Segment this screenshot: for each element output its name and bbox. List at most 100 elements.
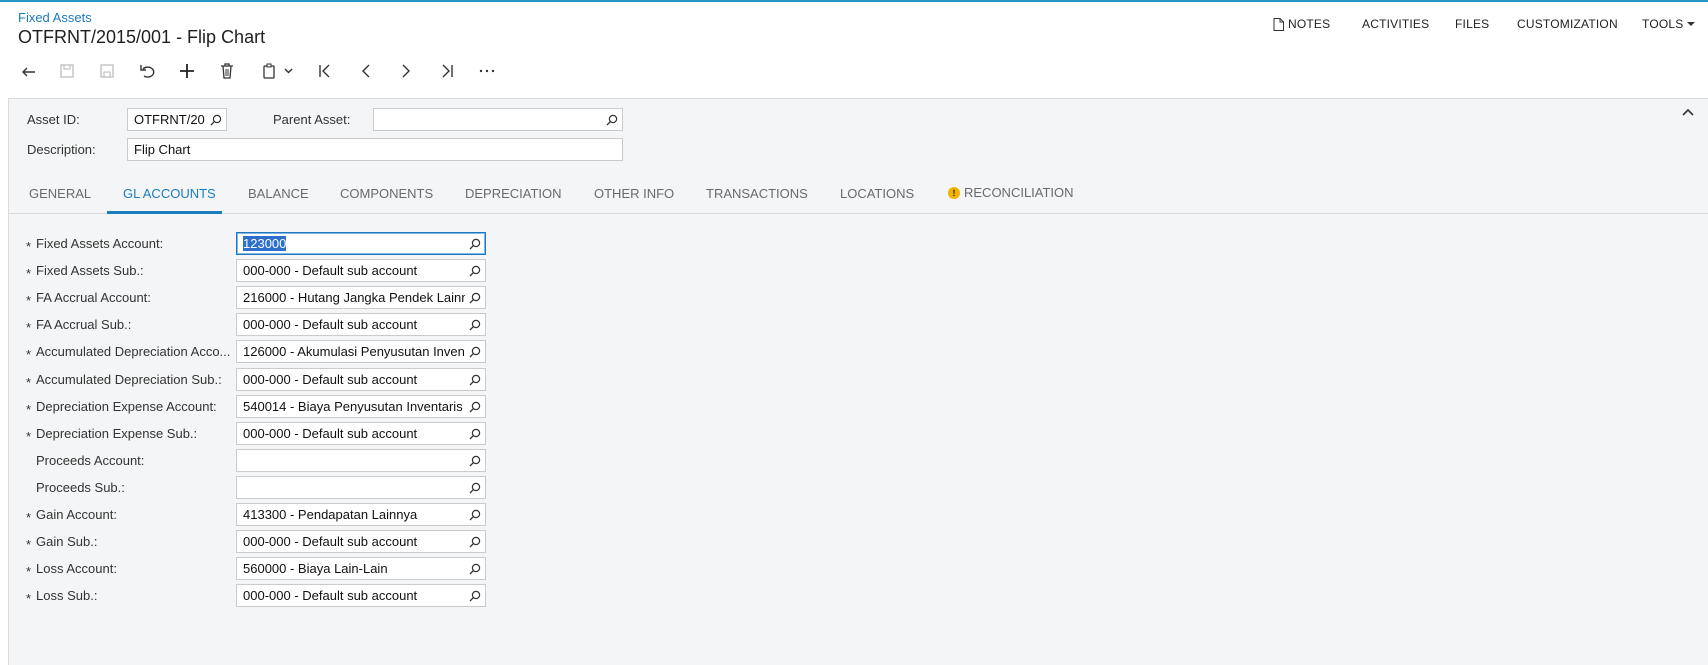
gl-account-selector[interactable]: 413300 - Pendapatan Lainnya — [236, 503, 486, 526]
notes-button[interactable]: NOTES — [1273, 17, 1330, 31]
description-field[interactable]: Flip Chart — [127, 138, 623, 161]
gl-account-value: 000-000 - Default sub account — [237, 426, 465, 441]
gl-field-label: Loss Account: — [36, 561, 117, 576]
delete-button[interactable] — [212, 56, 242, 86]
warning-icon: ! — [948, 186, 960, 199]
last-icon — [442, 64, 453, 78]
more-button[interactable] — [472, 56, 502, 86]
gl-account-selector[interactable]: 000-000 - Default sub account — [236, 584, 486, 607]
gl-account-selector[interactable]: 000-000 - Default sub account — [236, 422, 486, 445]
gl-account-selector[interactable]: 000-000 - Default sub account — [236, 313, 486, 336]
required-marker: * — [26, 347, 32, 362]
asset-id-field[interactable]: OTFRNT/20 — [127, 108, 227, 131]
gl-account-selector[interactable]: 540014 - Biaya Penyusutan Inventaris — [236, 395, 486, 418]
tab-other-info[interactable]: OTHER INFO — [594, 186, 674, 201]
breadcrumb[interactable]: Fixed Assets — [18, 10, 92, 25]
customization-label: CUSTOMIZATION — [1517, 17, 1618, 31]
undo-button[interactable] — [132, 56, 162, 86]
required-marker: * — [26, 564, 32, 579]
tab-gl-accounts[interactable]: GL ACCOUNTS — [123, 186, 216, 201]
search-icon[interactable] — [465, 260, 485, 281]
copy-paste-button[interactable] — [254, 56, 298, 86]
required-marker: * — [26, 266, 32, 281]
gl-account-selector[interactable] — [236, 449, 486, 472]
activities-button[interactable]: ACTIVITIES — [1362, 17, 1429, 31]
gl-account-value: 216000 - Hutang Jangka Pendek Lainnya — [237, 290, 465, 305]
gl-field-label: FA Accrual Sub.: — [36, 317, 132, 332]
back-button[interactable] — [14, 56, 44, 86]
tab-reconciliation[interactable]: ! RECONCILIATION — [948, 185, 1074, 200]
save-close-icon — [60, 64, 74, 78]
files-button[interactable]: FILES — [1455, 17, 1489, 31]
search-icon[interactable] — [465, 287, 485, 308]
gl-account-selector[interactable]: 000-000 - Default sub account — [236, 368, 486, 391]
next-icon — [402, 64, 410, 78]
required-marker: * — [26, 510, 32, 525]
search-icon[interactable] — [465, 396, 485, 417]
gl-account-selector[interactable] — [236, 476, 486, 499]
gl-account-value: 000-000 - Default sub account — [237, 372, 465, 387]
required-marker: * — [26, 402, 32, 417]
gl-account-selector[interactable]: 123000 — [236, 232, 486, 255]
gl-field-label: Accumulated Depreciation Sub.: — [36, 372, 222, 387]
search-icon[interactable] — [206, 109, 226, 130]
tab-general[interactable]: GENERAL — [29, 186, 91, 201]
search-icon[interactable] — [465, 531, 485, 552]
collapse-header-button[interactable] — [1682, 104, 1698, 118]
gl-account-value: 000-000 - Default sub account — [237, 317, 465, 332]
search-icon[interactable] — [465, 504, 485, 525]
parent-asset-field[interactable] — [373, 108, 623, 131]
chevron-up-icon — [1682, 108, 1694, 116]
first-record-button[interactable] — [310, 56, 340, 86]
gl-field-label: Accumulated Depreciation Acco... — [36, 344, 231, 359]
copy-paste-icon — [262, 63, 275, 79]
tab-bar: GENERAL GL ACCOUNTS BALANCE COMPONENTS D… — [8, 172, 1708, 214]
required-marker: * — [26, 239, 32, 254]
search-icon[interactable] — [465, 558, 485, 579]
tools-button[interactable]: TOOLS — [1642, 17, 1696, 31]
gl-account-value: 000-000 - Default sub account — [237, 588, 465, 603]
customization-button[interactable]: CUSTOMIZATION — [1517, 17, 1618, 31]
tab-locations[interactable]: LOCATIONS — [840, 186, 914, 201]
gl-account-selector[interactable]: 216000 - Hutang Jangka Pendek Lainnya — [236, 286, 486, 309]
active-tab-indicator — [107, 211, 222, 214]
gl-field-label: Gain Sub.: — [36, 534, 98, 549]
undo-icon — [140, 65, 155, 78]
previous-icon — [362, 64, 370, 78]
add-icon — [180, 64, 194, 78]
search-icon[interactable] — [465, 585, 485, 606]
search-icon[interactable] — [602, 109, 622, 130]
required-marker: * — [26, 591, 32, 606]
gl-field-label: Depreciation Expense Sub.: — [36, 426, 198, 441]
tab-transactions[interactable]: TRANSACTIONS — [706, 186, 808, 201]
search-icon[interactable] — [465, 369, 485, 390]
search-icon[interactable] — [465, 233, 485, 254]
gl-field-label: Loss Sub.: — [36, 588, 98, 603]
gl-account-value: 413300 - Pendapatan Lainnya — [237, 507, 465, 522]
search-icon[interactable] — [465, 450, 485, 471]
search-icon[interactable] — [465, 423, 485, 444]
add-button[interactable] — [172, 56, 202, 86]
save-button[interactable] — [92, 56, 122, 86]
save-close-button[interactable] — [52, 56, 82, 86]
gl-account-selector[interactable]: 000-000 - Default sub account — [236, 530, 486, 553]
search-icon[interactable] — [465, 314, 485, 335]
gl-field-label: FA Accrual Account: — [36, 290, 151, 305]
tab-depreciation[interactable]: DEPRECIATION — [465, 186, 562, 201]
gl-account-selector[interactable]: 000-000 - Default sub account — [236, 259, 486, 282]
gl-account-value-text: 560000 - Biaya Lain-Lain — [243, 561, 388, 576]
next-record-button[interactable] — [391, 56, 421, 86]
search-icon[interactable] — [465, 341, 485, 362]
note-icon — [1273, 17, 1284, 31]
previous-record-button[interactable] — [351, 56, 381, 86]
last-record-button[interactable] — [432, 56, 462, 86]
tab-components[interactable]: COMPONENTS — [340, 186, 433, 201]
gl-account-value: 560000 - Biaya Lain-Lain — [237, 561, 465, 576]
gl-account-selector[interactable]: 126000 - Akumulasi Penyusutan Inventaris — [236, 340, 486, 363]
gl-field-label: Proceeds Sub.: — [36, 480, 125, 495]
search-icon[interactable] — [465, 477, 485, 498]
gl-account-value: 123000 — [237, 236, 465, 251]
chevron-down-icon — [284, 68, 292, 74]
tab-balance[interactable]: BALANCE — [248, 186, 309, 201]
gl-account-selector[interactable]: 560000 - Biaya Lain-Lain — [236, 557, 486, 580]
